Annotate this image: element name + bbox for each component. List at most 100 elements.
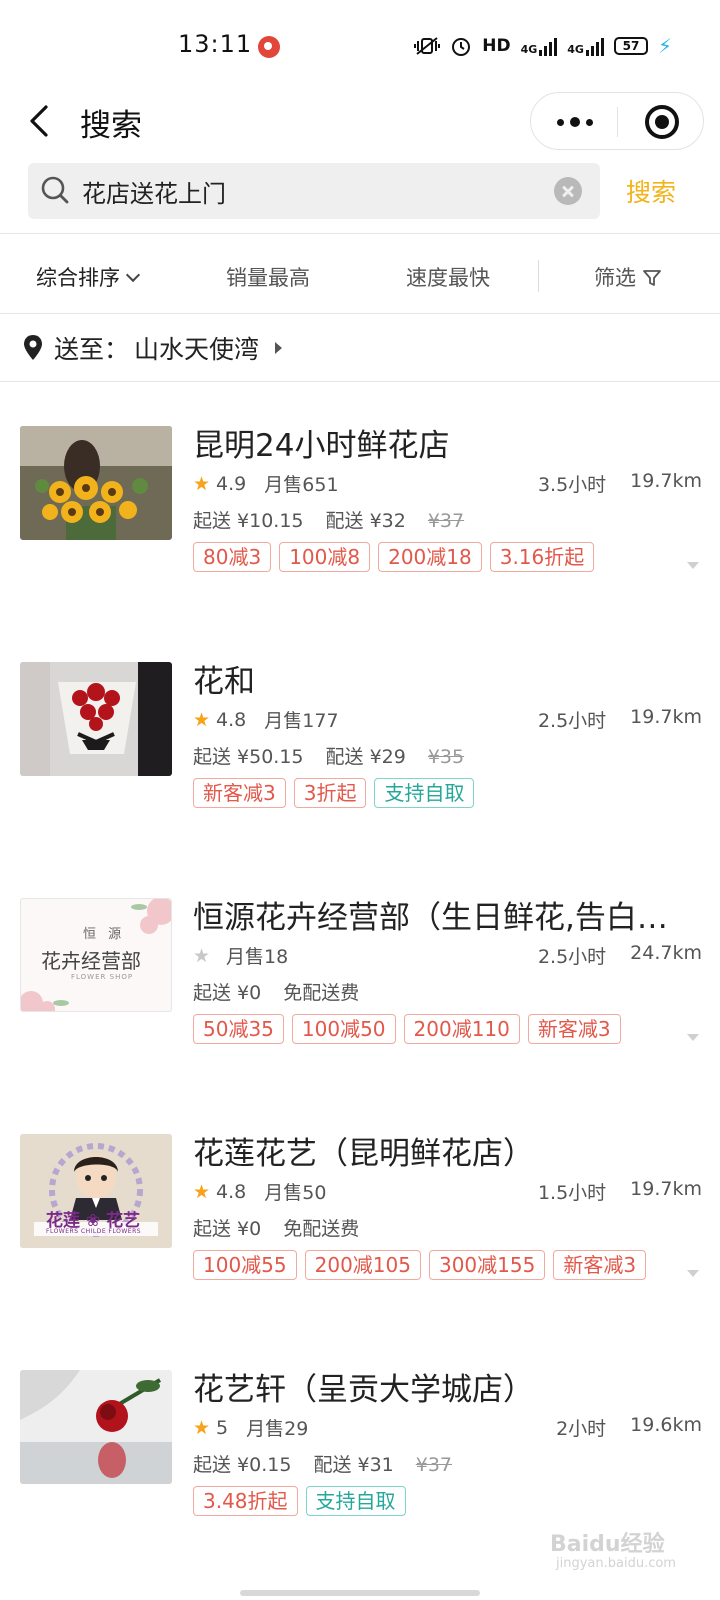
status-icons: HD 4G 4G 57 ⚡ <box>414 34 672 58</box>
sort-speed[interactable]: 速度最快 <box>406 262 490 292</box>
pickup-tag: 支持自取 <box>374 778 475 808</box>
thumb-small-text: 恒 源 <box>83 927 126 942</box>
promo-tag: 新客减3 <box>193 778 286 808</box>
monthly-sales: 月售18 <box>226 946 289 968</box>
min-order: 起送 ¥0 <box>193 1218 262 1240</box>
promo-tag: 新客减3 <box>527 1014 621 1044</box>
clear-icon[interactable] <box>554 177 582 205</box>
shop-name: 昆明24小时鲜花店 <box>193 428 450 464</box>
thumb-large-text: 花卉经营部 <box>41 949 141 973</box>
promo-tag: 50减35 <box>193 1014 284 1044</box>
star-icon: ★ <box>193 1180 211 1203</box>
delivery-fee: 免配送费 <box>283 982 360 1004</box>
shop-name: 恒源花卉经营部（生日鲜花,告白… <box>193 900 668 936</box>
search-input[interactable] <box>82 163 552 219</box>
original-fee: ¥37 <box>415 1454 453 1476</box>
fee-row: 起送 ¥0 免配送费 <box>193 1214 359 1241</box>
delivery-fee-value: 配送 ¥31 <box>313 1454 394 1476</box>
divider <box>0 313 720 314</box>
shop-eta-distance: 1.5小时 19.7km <box>538 1178 702 1205</box>
delivery-time: 1.5小时 <box>537 1182 607 1204</box>
shop-card[interactable]: 花和 ★ 4.8 月售177 2.5小时 19.7km 起送 ¥50.15 配送 … <box>0 662 720 898</box>
promo-tag: 300减155 <box>428 1250 546 1280</box>
delivery-address: 山水天使湾 <box>134 335 260 364</box>
search-icon <box>41 176 69 204</box>
network-label-2: 4G <box>567 43 584 56</box>
signal-icon <box>539 36 558 56</box>
delivery-time: 3.5小时 <box>537 474 607 496</box>
filter-button[interactable]: 筛选 <box>594 262 662 292</box>
shop-rating-row: ★ 4.9 月售651 <box>193 470 339 497</box>
shop-thumbnail: 花莲 ❀ 花艺 FLOWERS CHILDE FLOWERS <box>20 1134 172 1248</box>
delivery-fee-value: 配送 ¥32 <box>325 510 406 532</box>
promo-tag: 3.48折起 <box>193 1486 298 1516</box>
original-fee: ¥37 <box>427 510 465 532</box>
min-order: 起送 ¥0 <box>193 982 262 1004</box>
network-label-1: 4G <box>520 43 538 56</box>
fee-row: 起送 ¥0.15 配送 ¥31 ¥37 <box>193 1450 452 1477</box>
shop-rating-row: ★ 5 月售29 <box>193 1414 308 1441</box>
alarm-icon <box>452 38 471 56</box>
sort-divider <box>538 260 539 292</box>
promo-tag: 新客减3 <box>553 1250 647 1280</box>
status-time: 13:11 <box>178 30 253 58</box>
status-bar: 13:11 HD 4G 4G 57 ⚡ <box>0 0 720 90</box>
delivery-fee: 配送 ¥32 ¥37 <box>326 510 465 532</box>
watermark-text: Baidu经验 <box>550 1532 665 1557</box>
sort-sales[interactable]: 销量最高 <box>226 262 310 292</box>
shop-rating: 4.8 <box>216 708 247 731</box>
home-indicator[interactable] <box>240 1590 480 1596</box>
expand-promos-icon[interactable] <box>687 1034 699 1041</box>
shop-card[interactable]: 昆明24小时鲜花店 ★ 4.9 月售651 3.5小时 19.7km 起送 ¥1… <box>0 426 720 662</box>
search-box <box>28 163 600 219</box>
promo-tag: 100减50 <box>291 1014 396 1044</box>
fee-row: 起送 ¥50.15 配送 ¥29 ¥35 <box>193 742 464 769</box>
shop-thumbnail <box>20 426 172 540</box>
pickup-tag: 支持自取 <box>305 1486 406 1516</box>
promo-tag: 200减110 <box>403 1014 520 1044</box>
shop-rating-row: ★ 4.8 月售177 <box>193 706 339 733</box>
min-order: 起送 ¥50.15 <box>193 746 304 768</box>
promo-tags: 80减3 100减8 200减18 3.16折起 <box>193 542 595 572</box>
page-title: 搜索 <box>80 108 142 144</box>
promo-tag: 200减105 <box>304 1250 421 1280</box>
sort-comprehensive-label: 综合排序 <box>36 266 120 290</box>
distance: 19.7km <box>630 1178 702 1200</box>
location-pin-icon <box>24 335 42 360</box>
delivery-fee-value: 配送 ¥29 <box>325 746 406 768</box>
distance: 19.7km <box>630 706 702 728</box>
shop-card[interactable]: 花莲 ❀ 花艺 FLOWERS CHILDE FLOWERS 花莲花艺（昆明鲜花… <box>0 1134 720 1370</box>
more-icon[interactable] <box>553 111 597 133</box>
shop-card[interactable]: 恒 源 花卉经营部 FLOWER SHOP 恒源花卉经营部（生日鲜花,告白… ★… <box>0 898 720 1134</box>
shop-thumbnail: 恒 源 花卉经营部 FLOWER SHOP <box>20 898 172 1012</box>
monthly-sales: 月售651 <box>264 474 339 496</box>
delivery-fee: 免配送费 <box>283 1218 360 1240</box>
distance: 19.6km <box>630 1414 702 1436</box>
shop-thumbnail <box>20 662 172 776</box>
shop-eta-distance: 2.5小时 19.7km <box>538 706 702 733</box>
expand-promos-icon[interactable] <box>687 562 699 569</box>
promo-tag: 80减3 <box>193 542 272 572</box>
sort-bar: 综合排序 销量最高 速度最快 筛选 <box>0 238 720 314</box>
delivery-time: 2.5小时 <box>537 946 607 968</box>
close-program-icon[interactable] <box>645 105 679 139</box>
shop-eta-distance: 3.5小时 19.7km <box>538 470 702 497</box>
shop-name: 花艺轩（呈贡大学城店） <box>193 1372 534 1408</box>
title-bar: 搜索 <box>0 90 720 152</box>
search-button[interactable]: 搜索 <box>626 173 676 209</box>
thumb-sub-text: FLOWERS CHILDE FLOWERS <box>46 1228 142 1235</box>
delivery-address-row[interactable]: 送至： 山水天使湾 <box>0 316 720 380</box>
expand-promos-icon[interactable] <box>687 1270 699 1277</box>
promo-tag: 100减55 <box>193 1250 297 1280</box>
shop-rating: 5 <box>216 1416 229 1439</box>
shop-rating: 4.8 <box>216 1180 247 1203</box>
fee-row: 起送 ¥10.15 配送 ¥32 ¥37 <box>193 506 464 533</box>
sort-comprehensive[interactable]: 综合排序 <box>36 262 141 292</box>
shop-name: 花和 <box>193 664 255 700</box>
promo-tags: 3.48折起 支持自取 <box>193 1486 406 1516</box>
promo-tags: 50减35 100减50 200减110 新客减3 <box>193 1014 621 1044</box>
min-order: 起送 ¥10.15 <box>193 510 304 532</box>
delivery-time: 2小时 <box>556 1418 607 1440</box>
back-arrow-icon[interactable] <box>26 104 56 138</box>
mini-program-capsule <box>530 92 704 150</box>
